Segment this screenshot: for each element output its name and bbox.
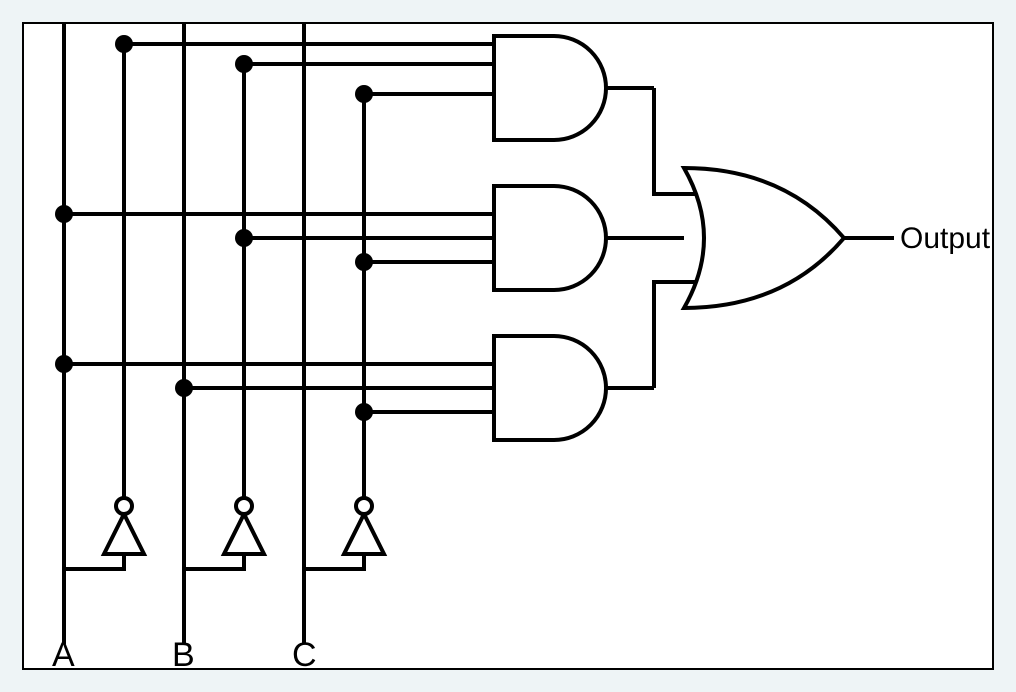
label-a: A	[52, 636, 75, 668]
label-output: Output	[900, 222, 991, 255]
label-b: B	[172, 636, 195, 668]
and-gate-1	[124, 36, 654, 140]
or-gate	[654, 88, 894, 388]
label-c: C	[292, 636, 317, 668]
logic-circuit: A B C Output	[24, 24, 992, 668]
and-gate-2	[64, 186, 684, 290]
not-gate-c	[304, 498, 384, 569]
not-gate-a	[64, 498, 144, 569]
and-gate-3	[64, 336, 654, 440]
circuit-frame: A B C Output	[22, 22, 994, 670]
not-gate-b	[184, 498, 264, 569]
